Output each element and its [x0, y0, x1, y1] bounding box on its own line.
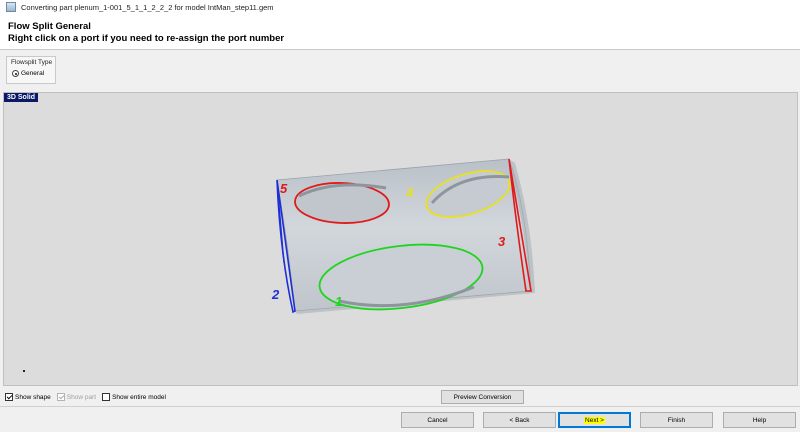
back-button[interactable]: < Back — [483, 412, 556, 428]
app-icon — [6, 2, 16, 12]
show-part-label: Show part — [66, 393, 97, 401]
title-bar: Converting part plenum_1-001_5_1_1_2_2_2… — [0, 0, 800, 14]
finish-button[interactable]: Finish — [640, 412, 713, 428]
footer-divider — [0, 406, 800, 407]
show-shape-label: Show shape — [15, 393, 51, 401]
show-shape-checkbox[interactable] — [5, 393, 13, 401]
converter-window: Converting part plenum_1-001_5_1_1_2_2_2… — [0, 0, 800, 432]
show-part-checkbox — [56, 393, 65, 401]
port-label-5[interactable]: 5 — [280, 181, 288, 196]
wizard-header: Flow Split General Right click on a port… — [0, 14, 800, 50]
origin-marker — [23, 370, 25, 372]
page-instructions: Right click on a port if you need to re-… — [8, 33, 285, 44]
show-entire-model-label: Show entire model — [112, 393, 166, 401]
help-button[interactable]: Help — [723, 412, 796, 428]
show-entire-model-checkbox[interactable] — [102, 393, 111, 401]
show-shape-option[interactable]: Show shape — [5, 393, 51, 401]
flowsplit-type-label: Flowsplit Type — [11, 59, 53, 66]
radio-selected-icon[interactable] — [12, 70, 19, 77]
port-label-1[interactable]: 1 — [335, 294, 342, 309]
flowsplit-3d-scene[interactable]: 1 2 3 4 5 — [4, 93, 798, 386]
port-label-3[interactable]: 3 — [498, 234, 506, 249]
display-options: Show shape Show part Show entire model — [5, 391, 172, 403]
radio-general[interactable]: General — [12, 70, 44, 77]
flowsplit-type-group: Flowsplit Type General — [6, 56, 56, 84]
3d-viewport[interactable]: 1 2 3 4 5 3D Solid — [3, 92, 798, 386]
show-entire-model-option[interactable]: Show entire model — [102, 393, 166, 401]
window-title: Converting part plenum_1-001_5_1_1_2_2_2… — [21, 2, 274, 12]
port-label-2[interactable]: 2 — [271, 287, 280, 302]
radio-general-label: General — [21, 70, 45, 77]
port-label-4[interactable]: 4 — [405, 185, 414, 200]
view-mode-tag: 3D Solid — [4, 93, 39, 102]
next-button-label: Next > — [584, 416, 605, 424]
preview-conversion-button[interactable]: Preview Conversion — [441, 390, 524, 404]
cancel-button[interactable]: Cancel — [401, 412, 474, 428]
next-button[interactable]: Next > — [558, 412, 631, 428]
page-title: Flow Split General — [8, 21, 91, 32]
show-part-option: Show part — [56, 393, 97, 401]
